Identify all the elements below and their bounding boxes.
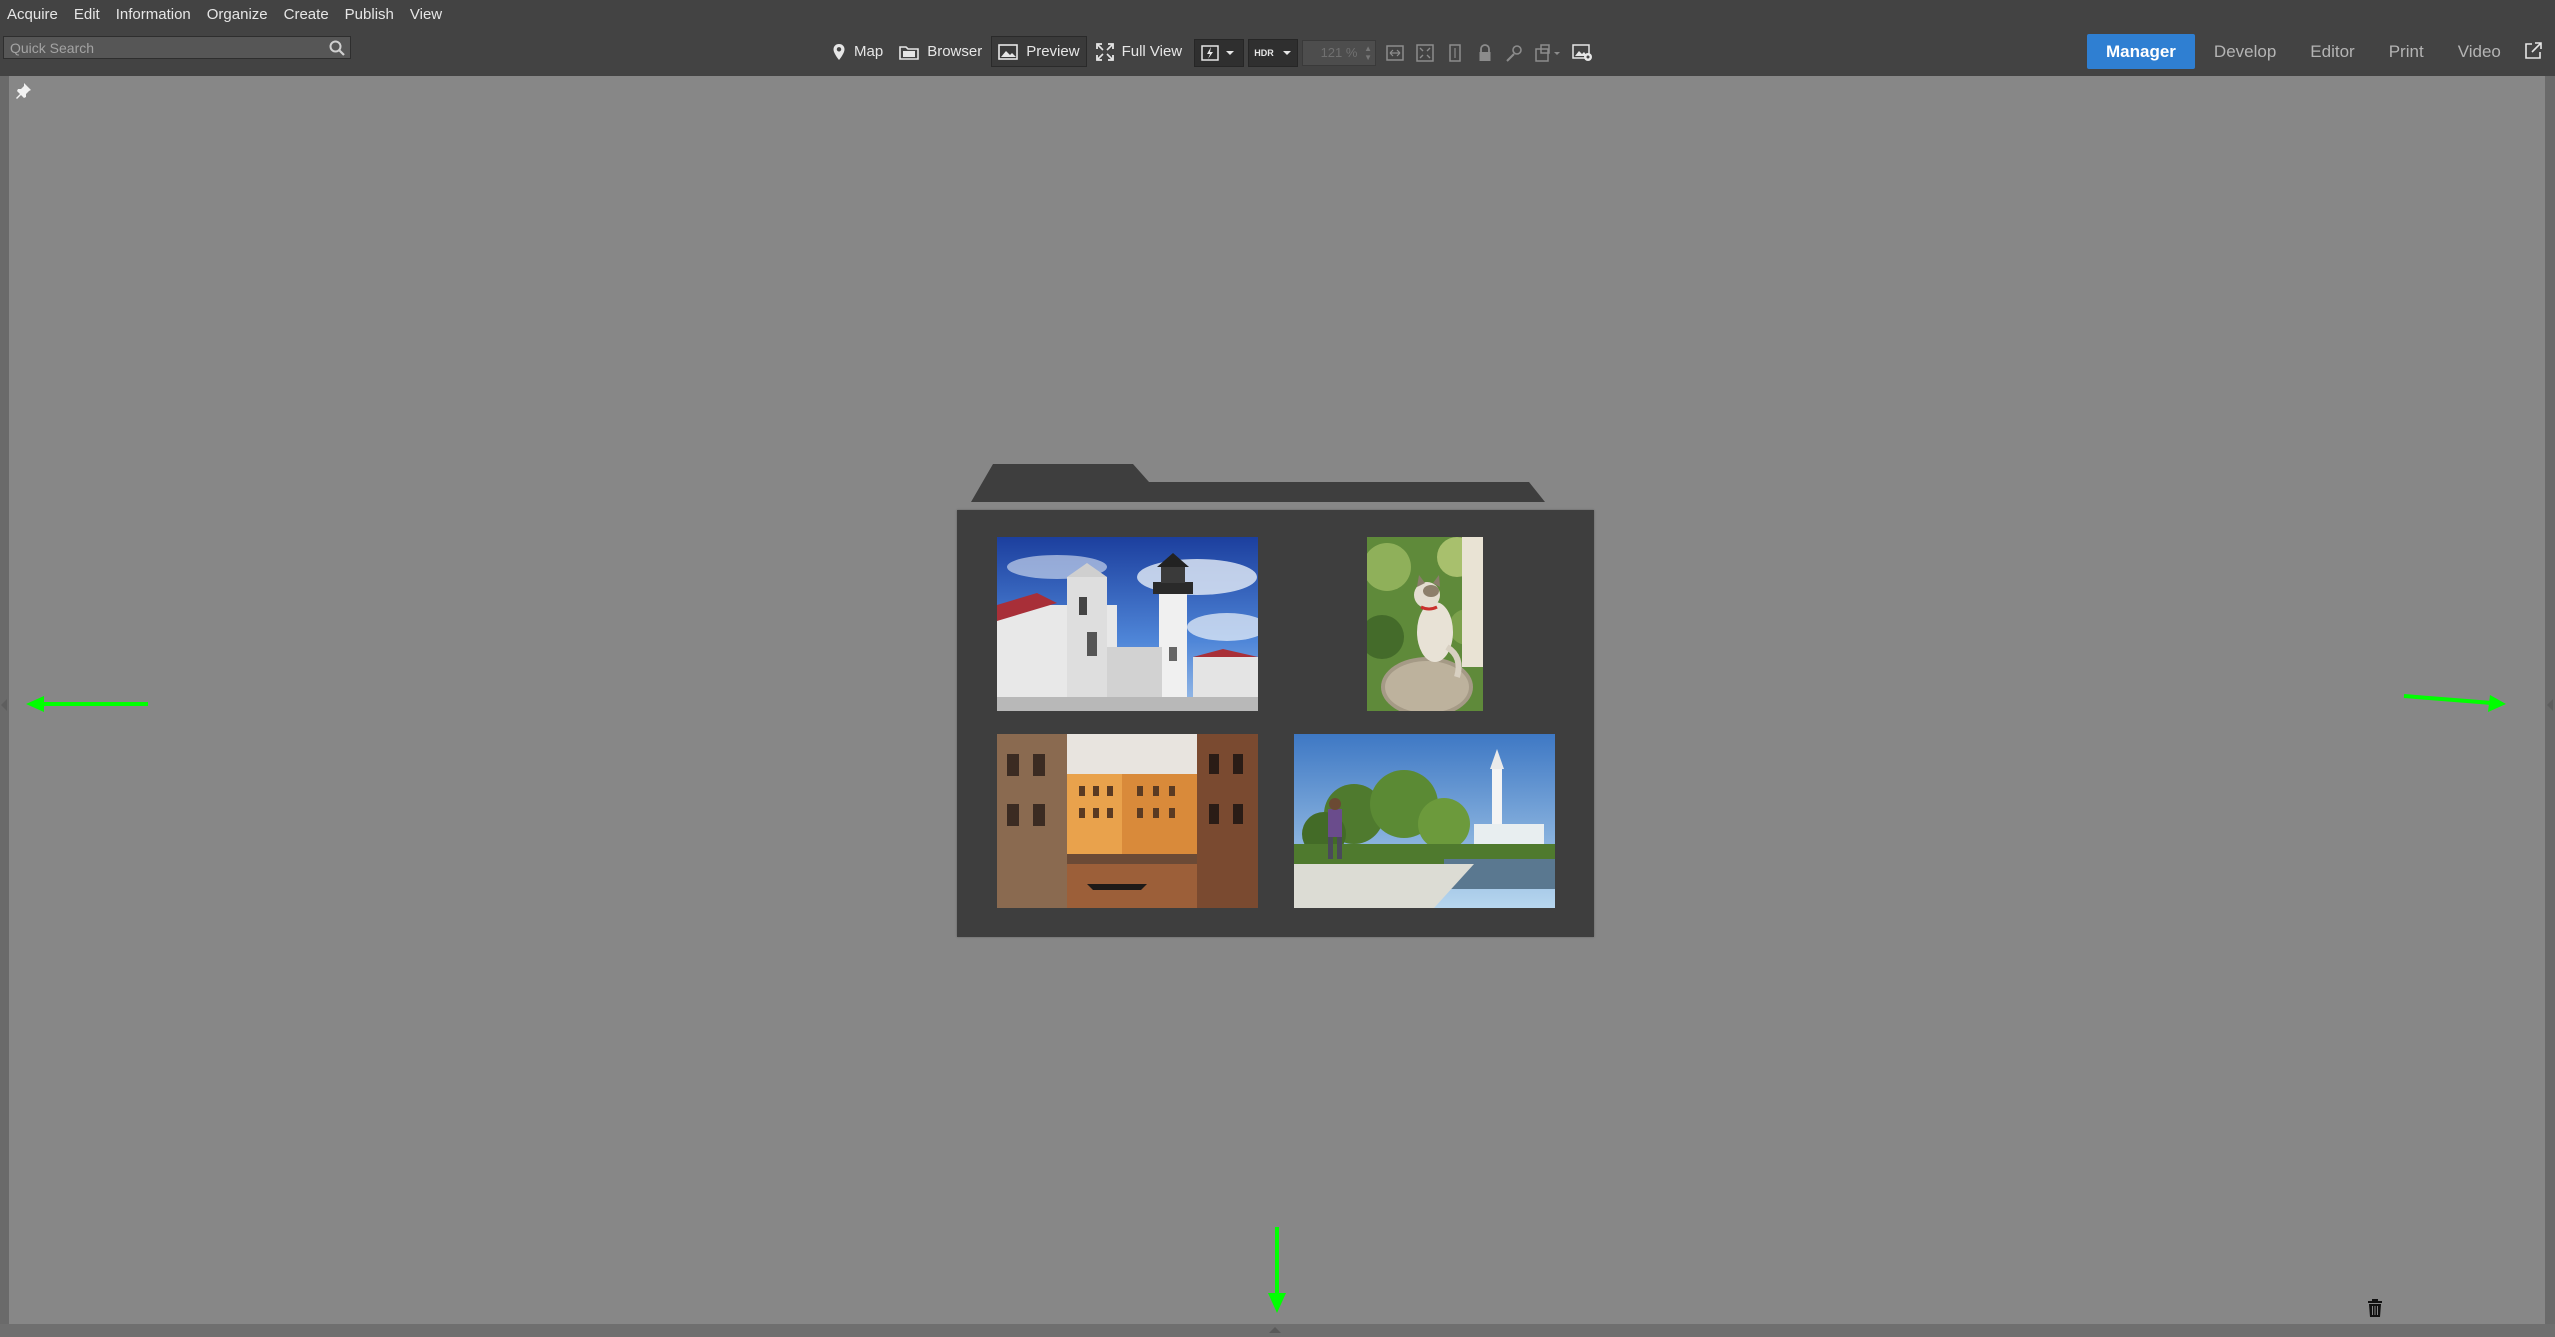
park-thumbnail[interactable] — [1294, 734, 1555, 908]
menu-publish[interactable]: Publish — [338, 0, 403, 29]
trash-icon[interactable] — [2366, 1298, 2384, 1323]
search-icon[interactable] — [328, 39, 346, 57]
auto-enhance-dropdown[interactable] — [1194, 39, 1244, 67]
menu-edit[interactable]: Edit — [67, 0, 109, 29]
browser-view-button[interactable]: Browser — [892, 36, 989, 67]
lighthouse-thumbnail[interactable] — [997, 537, 1258, 711]
tab-manager[interactable]: Manager — [2087, 34, 2195, 69]
zoom-value: 121 % — [1320, 45, 1358, 60]
full-view-label: Full View — [1121, 43, 1183, 60]
lock-icon — [1479, 44, 1491, 61]
display-settings-button[interactable] — [1570, 39, 1596, 67]
menu-information[interactable]: Information — [109, 0, 200, 29]
hdr-dropdown[interactable]: HDR — [1248, 39, 1298, 67]
fit-height-button[interactable] — [1442, 39, 1468, 67]
tab-video[interactable]: Video — [2441, 34, 2518, 69]
compare-icon — [1506, 45, 1522, 62]
menu-organize[interactable]: Organize — [200, 0, 277, 29]
lightning-icon — [1201, 45, 1234, 61]
view-mode-switcher: Map Browser Preview Full View — [825, 35, 1191, 68]
menu-acquire[interactable]: Acquire — [0, 0, 67, 29]
chevron-down-icon — [1282, 51, 1291, 55]
folder-body — [957, 510, 1594, 937]
preview-view-label: Preview — [1026, 43, 1080, 60]
external-window-icon — [2525, 42, 2542, 59]
compare-button[interactable] — [1502, 39, 1528, 67]
image-settings-icon — [1572, 44, 1592, 61]
toolbar: Map Browser Preview Full View HDR 121 % … — [0, 29, 2555, 76]
image-icon — [998, 43, 1019, 60]
overlay-icon — [1535, 44, 1560, 62]
fit-height-icon — [1449, 44, 1461, 62]
left-expand-handle-icon[interactable] — [0, 698, 8, 712]
menu-view[interactable]: View — [403, 0, 451, 29]
menu-bar: Acquire Edit Information Organize Create… — [0, 0, 2555, 29]
folder-tab — [971, 464, 1545, 502]
quick-search — [3, 36, 351, 59]
full-view-button[interactable]: Full View — [1089, 36, 1190, 67]
browser-view-label: Browser — [927, 43, 983, 60]
right-arrow-icon — [2403, 694, 2506, 712]
map-view-button[interactable]: Map — [825, 36, 890, 67]
canal-thumbnail[interactable] — [997, 734, 1258, 908]
menu-create[interactable]: Create — [277, 0, 338, 29]
preview-view-button[interactable]: Preview — [991, 36, 1087, 67]
tab-editor[interactable]: Editor — [2293, 34, 2371, 69]
preview-tools: HDR 121 % ▲ ▼ — [1194, 38, 1600, 68]
search-input[interactable] — [4, 37, 334, 58]
map-view-label: Map — [854, 43, 884, 60]
lock-zoom-button[interactable] — [1472, 39, 1498, 67]
bottom-expand-handle-icon[interactable] — [1268, 1326, 1282, 1334]
tab-print[interactable]: Print — [2372, 34, 2441, 69]
tab-develop[interactable]: Develop — [2197, 34, 2293, 69]
down-arrow-icon — [1268, 1227, 1286, 1313]
cat-thumbnail[interactable] — [1367, 537, 1483, 711]
module-tabs: Manager Develop Editor Print Video — [2087, 34, 2518, 69]
fit-width-button[interactable] — [1382, 39, 1408, 67]
overlay-dropdown[interactable] — [1532, 39, 1566, 67]
fit-width-icon — [1386, 45, 1404, 61]
folder-preview[interactable] — [957, 462, 1594, 937]
left-arrow-icon — [26, 696, 148, 712]
zoom-stepper-icon: ▲ ▼ — [1364, 44, 1372, 62]
expand-icon — [1095, 42, 1114, 61]
right-expand-handle-icon[interactable] — [2546, 698, 2554, 712]
fit-screen-icon — [1416, 44, 1434, 62]
popout-window-button[interactable] — [2524, 42, 2542, 65]
zoom-field[interactable]: 121 % ▲ ▼ — [1302, 40, 1376, 66]
map-pin-icon — [833, 43, 845, 60]
hdr-label: HDR — [1254, 48, 1274, 58]
fit-screen-button[interactable] — [1412, 39, 1438, 67]
folder-icon — [899, 45, 919, 60]
pin-icon[interactable] — [14, 82, 32, 105]
